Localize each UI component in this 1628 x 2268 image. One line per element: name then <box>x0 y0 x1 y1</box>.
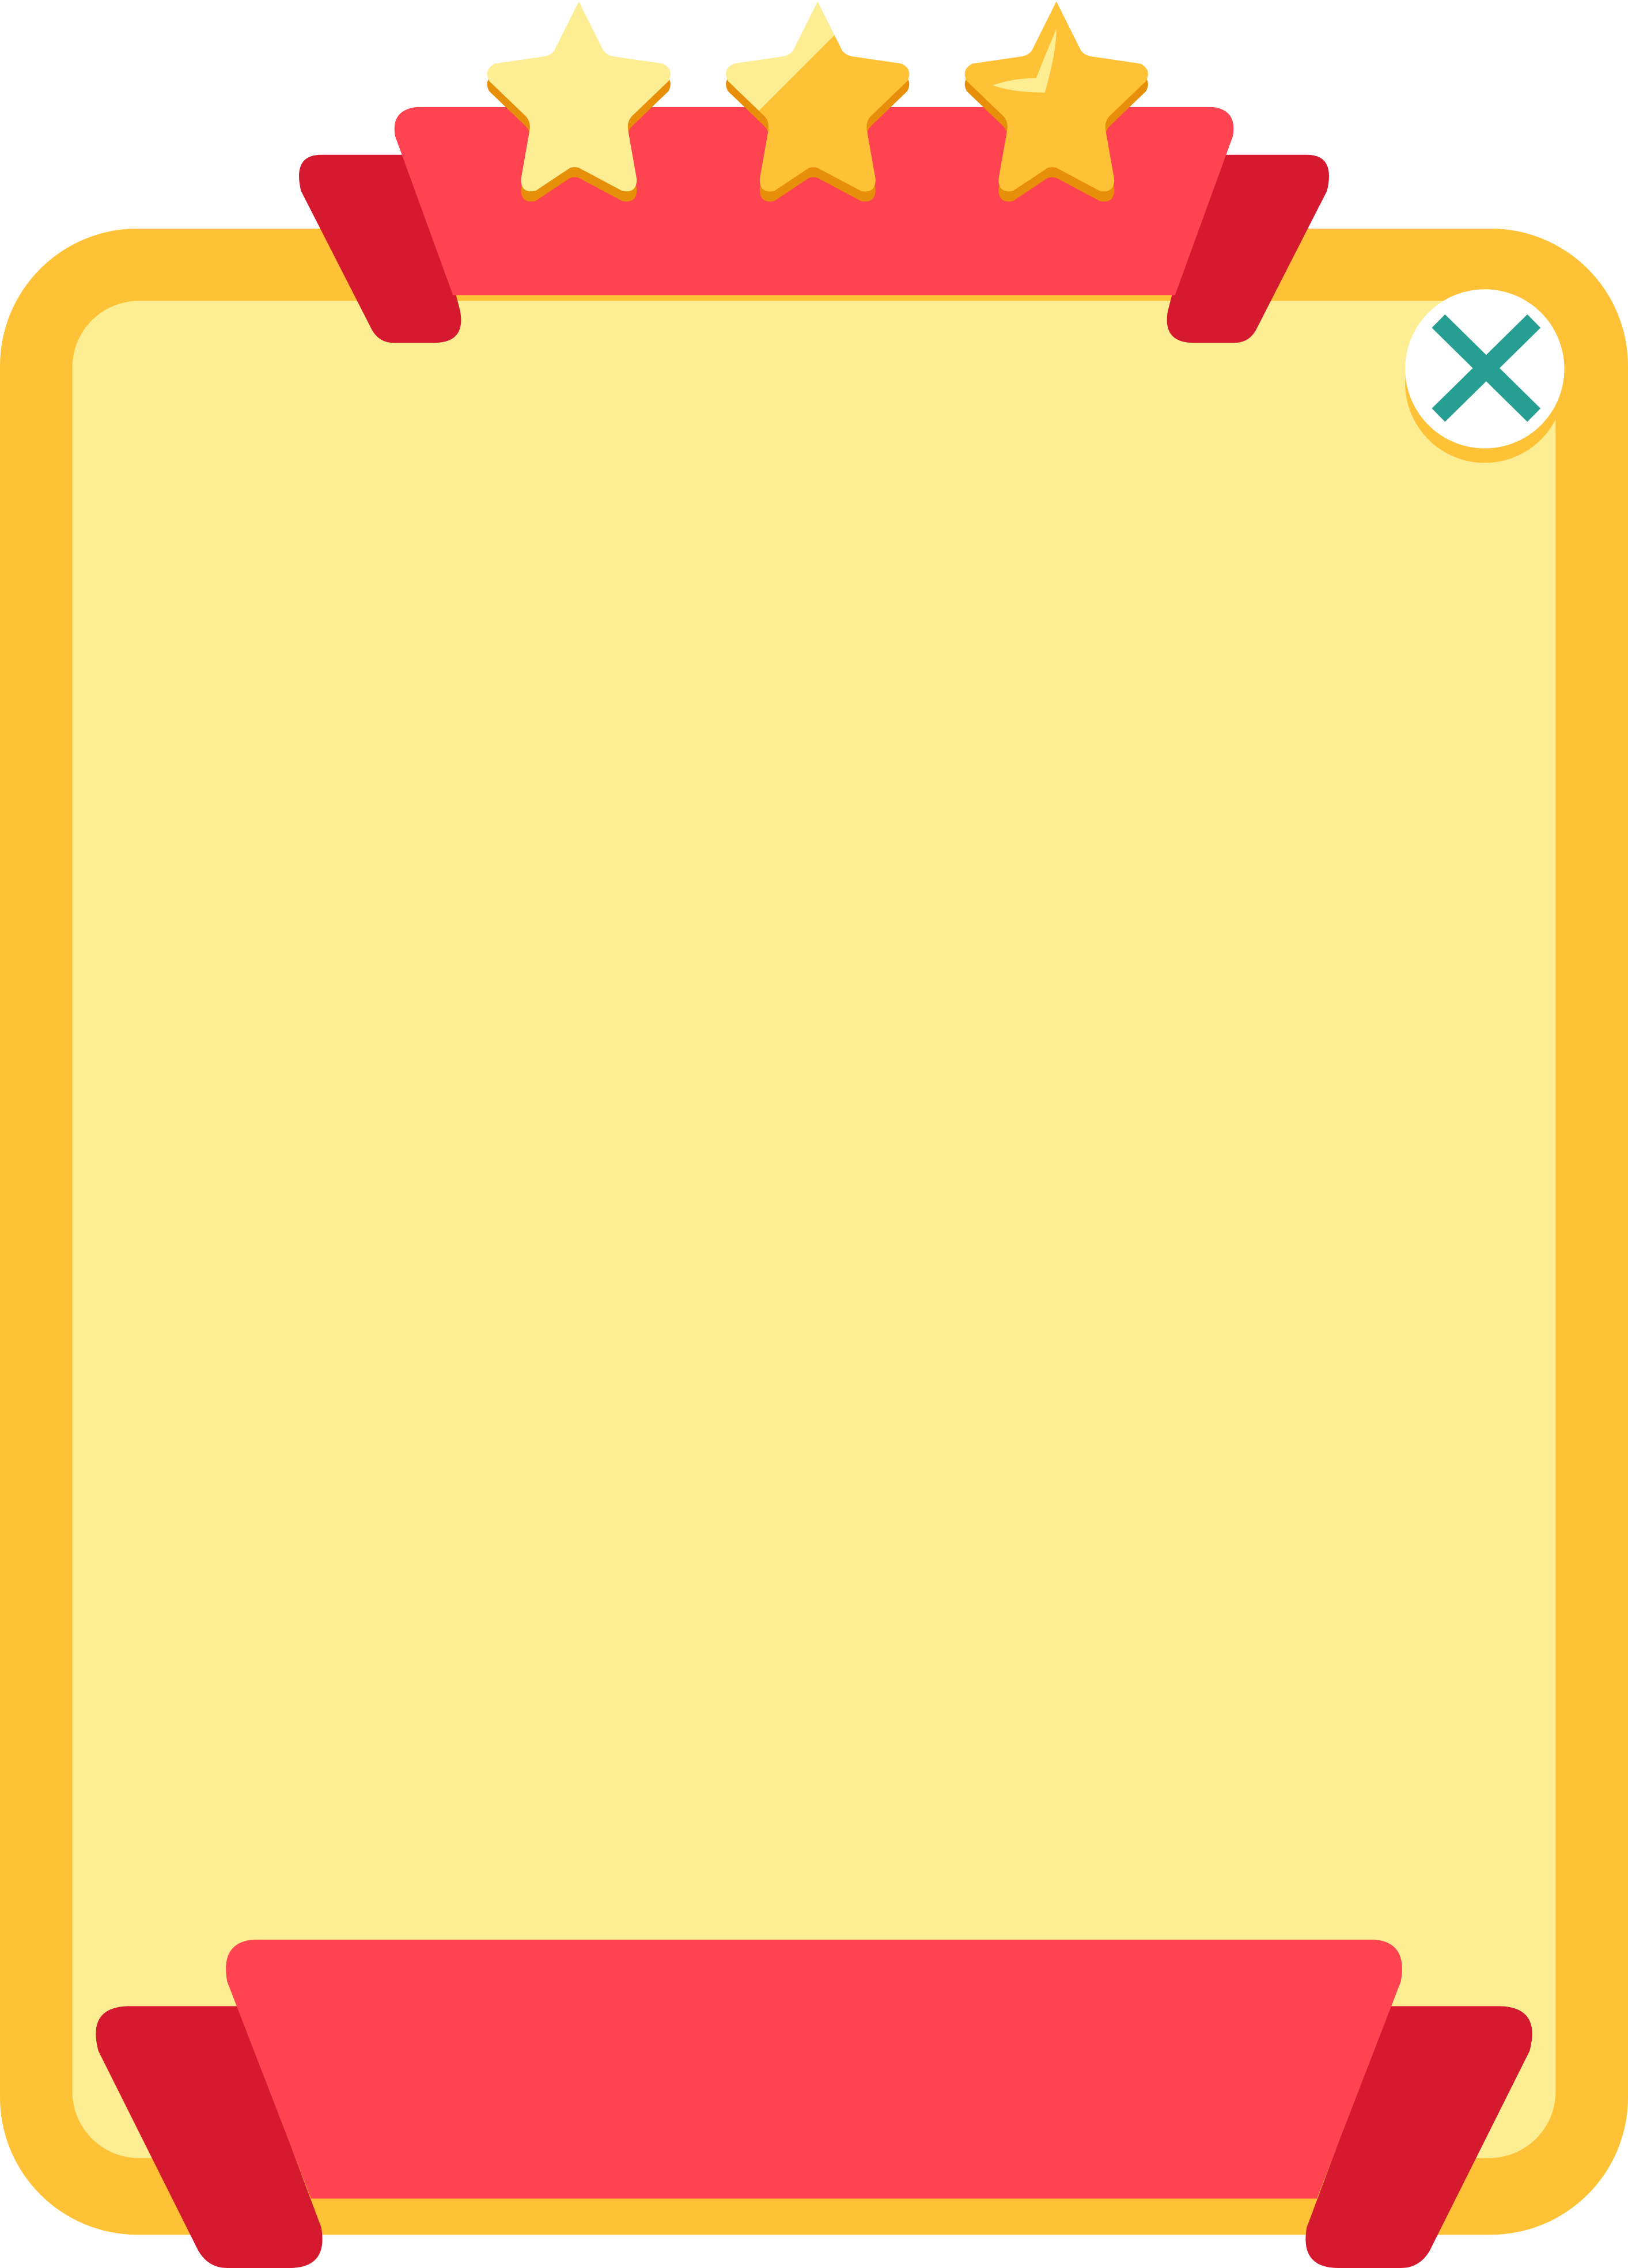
close-button[interactable] <box>1405 289 1565 463</box>
star-rating <box>487 1 1148 202</box>
panel-content-area <box>72 301 1556 2159</box>
game-dialog-panel <box>0 1 1628 2268</box>
bottom-ribbon-band <box>226 1939 1402 2199</box>
